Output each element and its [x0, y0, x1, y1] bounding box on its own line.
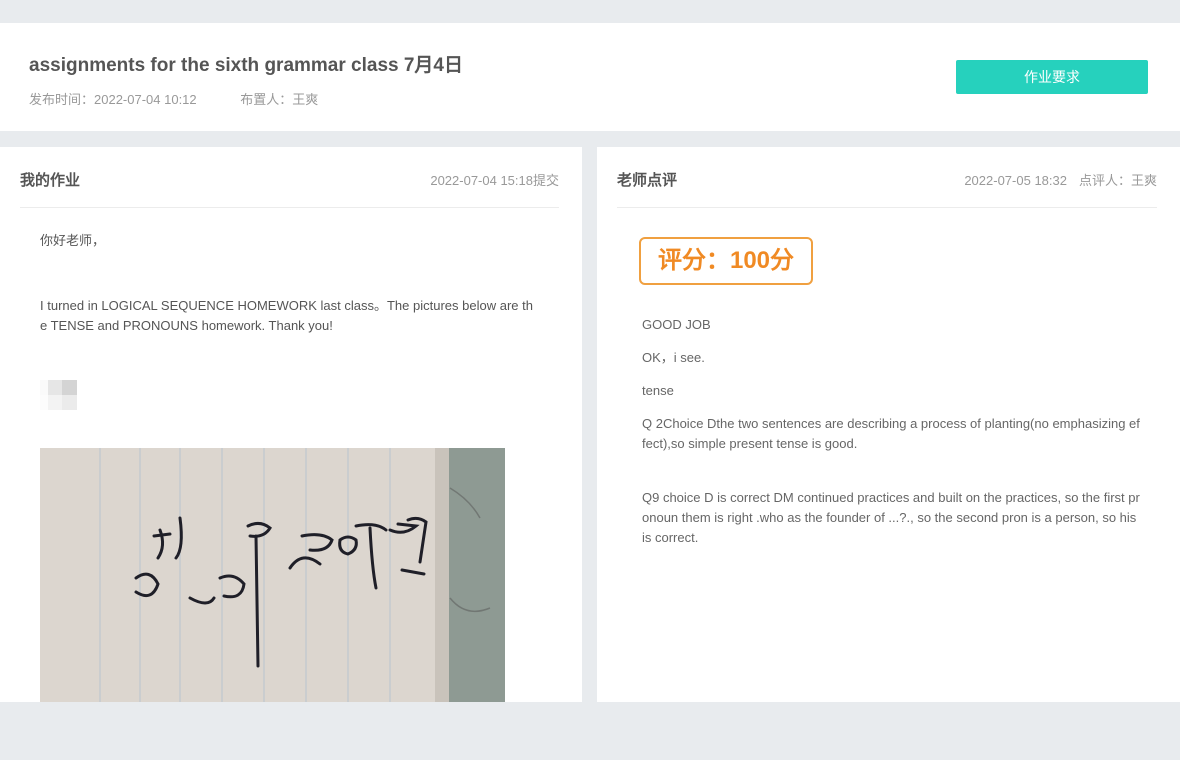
comment-line: Q9 choice D is correct DM continued prac… — [642, 490, 1140, 545]
requirements-button[interactable]: 作业要求 — [956, 60, 1148, 94]
assignment-header: assignments for the sixth grammar class … — [0, 23, 1180, 131]
publish-time: 发布时间：2022-07-04 10:12 — [29, 92, 197, 107]
attachment-thumbnail[interactable] — [40, 380, 77, 410]
assigner: 布置人：王爽 — [240, 92, 319, 107]
teacher-review-header: 老师点评 2022-07-05 18:32 点评人：王爽 — [617, 147, 1157, 208]
submit-time: 2022-07-04 15:18提交 — [430, 173, 559, 188]
homework-body: I turned in LOGICAL SEQUENCE HOMEWORK la… — [40, 298, 533, 333]
my-homework-title: 我的作业 — [20, 172, 81, 189]
review-date: 2022-07-05 18:32 — [964, 173, 1067, 188]
handwritten-notes-icon — [40, 448, 505, 702]
my-homework-panel: 我的作业 2022-07-04 15:18提交 你好老师， I turned i… — [0, 147, 582, 702]
assignment-meta: 发布时间：2022-07-04 10:12 布置人：王爽 — [29, 89, 358, 108]
teacher-review-title: 老师点评 — [617, 172, 678, 189]
comment-line: tense — [642, 383, 674, 398]
assignment-title: assignments for the sixth grammar class … — [29, 55, 463, 76]
homework-photo-icon[interactable] — [40, 448, 505, 702]
my-homework-header: 我的作业 2022-07-04 15:18提交 — [20, 147, 559, 208]
homework-greeting: 你好老师， — [40, 233, 106, 248]
teacher-review-panel: 老师点评 2022-07-05 18:32 点评人：王爽 评分：100分 GOOD… — [597, 147, 1180, 702]
reviewer: 点评人：王爽 — [1078, 173, 1157, 188]
review-meta: 2022-07-05 18:32 点评人：王爽 — [964, 170, 1157, 189]
comment-line: GOOD JOB — [642, 317, 711, 332]
review-comments: GOOD JOB OK，i see. tense Q 2Choice Dthe … — [642, 315, 1140, 561]
comment-line: OK，i see. — [642, 350, 705, 365]
comment-line: Q 2Choice Dthe two sentences are describ… — [642, 416, 1140, 451]
score-badge: 评分：100分 — [639, 237, 813, 285]
